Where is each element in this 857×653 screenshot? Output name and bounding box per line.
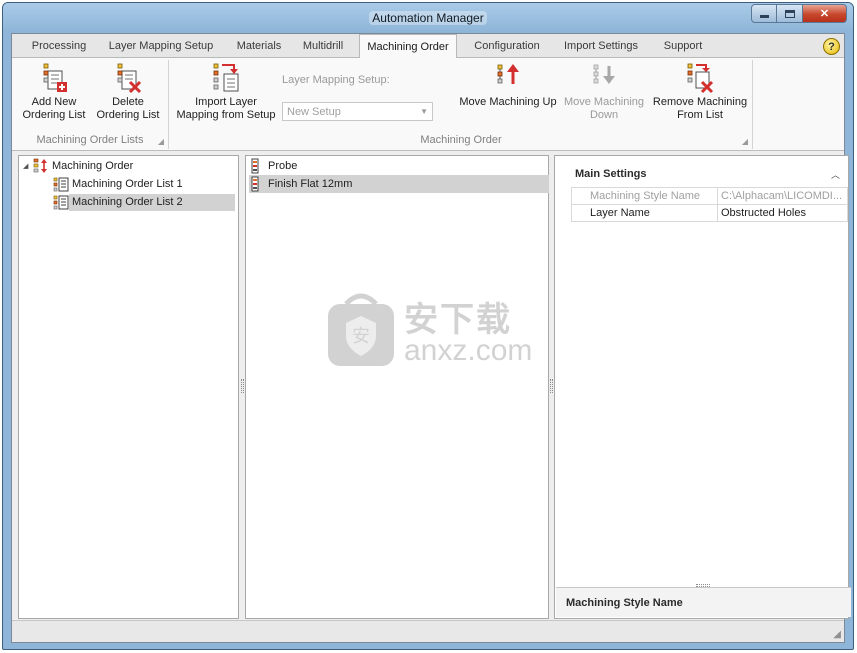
expand-arrow-icon[interactable]: ◢ [23,162,33,170]
ribbon: Add New Ordering List Delete Ordering Li… [12,58,844,151]
property-name: Machining Style Name [571,187,718,205]
remove-machining-label: Remove Machining From List [652,96,748,121]
minimize-icon [759,15,769,18]
delete-ordering-list-button[interactable]: Delete Ordering List [92,62,164,132]
maximize-button[interactable] [777,4,803,23]
list-item-label: Probe [268,160,298,172]
move-up-icon [497,64,519,84]
tree-item-label: Machining Order List 1 [72,178,183,190]
move-machining-up-button[interactable]: Move Machining Up [458,62,558,132]
machining-operation-icon [251,176,259,192]
group-machining-order-lists: Add New Ordering List Delete Ordering Li… [12,60,169,149]
tab-support[interactable]: Support [656,34,710,58]
window-controls: ✕ [751,4,847,23]
order-list-icon [53,195,69,210]
watermark: 安 安下载 anxz.com [324,290,544,374]
dialog-launcher-icon[interactable]: ◢ [742,137,748,146]
window-title: Automation Manager [369,11,487,25]
import-mapping-icon [213,63,239,92]
layer-mapping-setup-value: New Setup [287,105,341,118]
group-machining-order: Import Layer Mapping from Setup Layer Ma… [170,60,753,149]
property-row[interactable]: Layer Name Obstructed Holes [571,204,848,222]
add-new-ordering-list-button[interactable]: Add New Ordering List [16,62,92,132]
import-layer-mapping-label: Import Layer Mapping from Setup [176,96,276,121]
tab-layer-mapping-setup[interactable]: Layer Mapping Setup [104,34,218,58]
client-area: Processing Layer Mapping Setup Materials… [11,33,851,643]
help-icon[interactable]: ? [823,38,840,55]
properties-grid: Machining Style Name C:\Alphacam\LICOMDI… [571,187,848,222]
layer-mapping-setup-dropdown[interactable]: New Setup ▼ [282,102,433,121]
list-item-label: Finish Flat 12mm [268,178,353,190]
import-layer-mapping-button[interactable]: Import Layer Mapping from Setup [174,62,278,132]
list-item[interactable]: Probe [249,157,545,175]
add-list-icon [43,63,67,92]
tree-item[interactable]: Machining Order List 2 [53,193,235,211]
property-name: Layer Name [571,204,718,222]
dialog-launcher-icon[interactable]: ◢ [158,137,164,146]
resize-grip-icon[interactable]: ◢ [833,629,841,640]
group-label-machining-order: Machining Order [420,134,502,146]
tab-configuration[interactable]: Configuration [467,34,547,58]
chevron-down-icon: ▼ [420,107,428,116]
move-machining-down-label: Move Machining Down [563,96,645,121]
properties-panel: Main Settings ︿ Machining Style Name C:\… [554,155,851,619]
watermark-en-text: anxz.com [404,334,533,367]
minimize-button[interactable] [751,4,777,23]
machining-list: Probe Finish Flat 12mm 安 安下载 anxz.com [245,155,549,619]
status-bar: ◢ [12,620,844,642]
delete-list-icon [117,63,142,94]
property-description-title: Machining Style Name [566,597,683,609]
move-machining-down-button[interactable]: Move Machining Down [558,62,650,132]
description-resize-handle[interactable] [696,584,710,587]
app-window: Automation Manager ✕ Processing Layer Ma… [2,2,854,650]
machining-operation-icon [251,158,259,174]
property-value[interactable]: Obstructed Holes [717,204,848,222]
properties-section-header[interactable]: Main Settings [575,168,647,180]
tree-root-label: Machining Order [52,160,134,172]
tab-processing[interactable]: Processing [21,34,97,58]
list-item[interactable]: Finish Flat 12mm [249,175,549,193]
close-icon: ✕ [819,8,830,20]
tab-import-settings[interactable]: Import Settings [557,34,645,58]
svg-text:安: 安 [352,326,370,347]
tab-materials[interactable]: Materials [230,34,288,58]
maximize-icon [784,9,795,18]
ribbon-tabs: Processing Layer Mapping Setup Materials… [12,34,844,59]
property-row[interactable]: Machining Style Name C:\Alphacam\LICOMDI… [571,187,848,205]
collapse-icon[interactable]: ︿ [831,168,840,181]
close-button[interactable]: ✕ [803,4,847,23]
splitter-handle[interactable] [241,379,244,393]
remove-machining-button[interactable]: Remove Machining From List [652,62,748,132]
delete-ordering-list-label: Delete Ordering List [96,96,160,121]
tab-machining-order[interactable]: Machining Order [359,34,457,59]
tree-root[interactable]: ◢ Machining Order [23,157,136,175]
group-label-machining-order-lists: Machining Order Lists [36,134,144,146]
tree-item-label: Machining Order List 2 [69,193,235,211]
add-new-ordering-list-label: Add New Ordering List [22,96,86,121]
move-machining-up-label: Move Machining Up [459,96,557,108]
layer-mapping-setup-label: Layer Mapping Setup: [282,74,390,86]
splitter-handle[interactable] [550,379,553,393]
move-down-icon [593,64,615,84]
machining-order-icon [33,158,47,173]
order-list-tree: ◢ Machining Order Machining Order List 1… [18,155,239,619]
tab-multidrill[interactable]: Multidrill [295,34,351,58]
tree-item[interactable]: Machining Order List 1 [53,175,186,193]
property-description: Machining Style Name [556,584,851,617]
property-value[interactable]: C:\Alphacam\LICOMDI... [717,187,848,205]
order-list-icon [53,177,69,192]
title-bar[interactable]: Automation Manager ✕ [3,3,853,33]
watermark-bag-icon: 安 [328,293,394,366]
remove-machining-icon [687,63,714,94]
